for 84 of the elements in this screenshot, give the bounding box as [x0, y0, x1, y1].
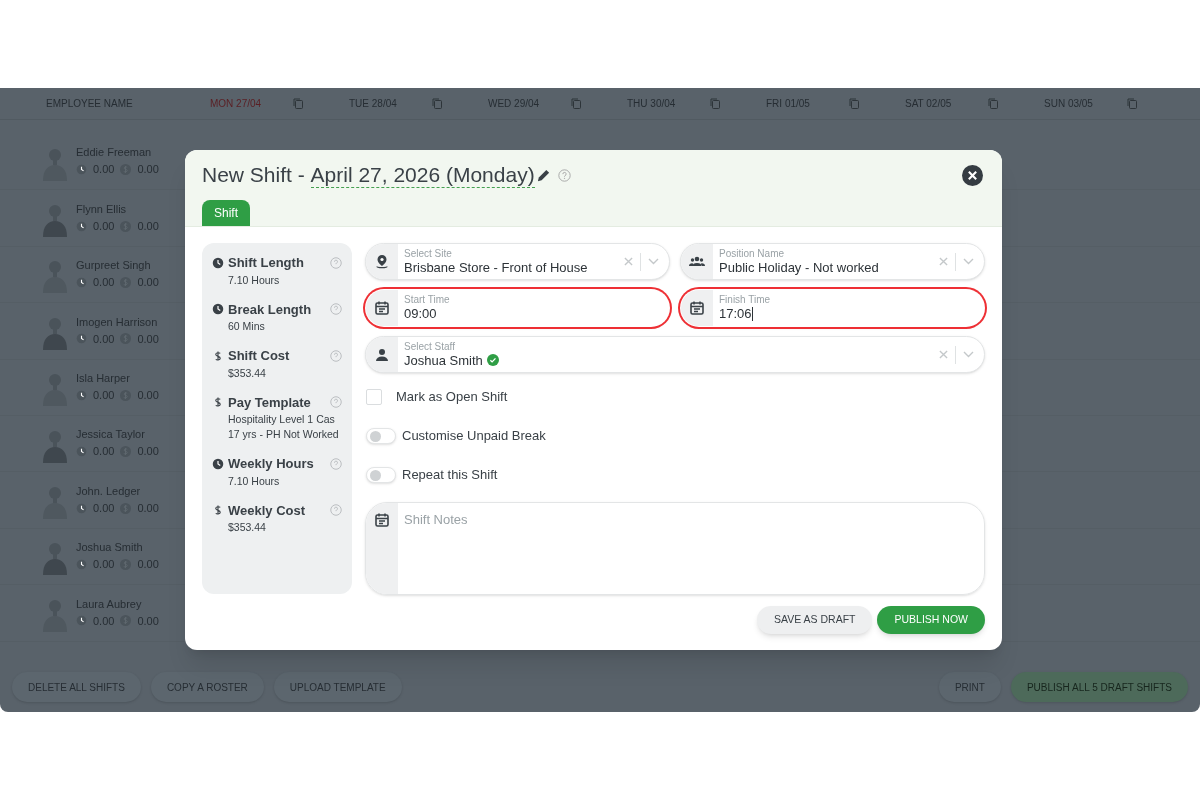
summary-value: Hospitality Level 1 Cas — [227, 412, 336, 427]
copy-icon — [571, 98, 581, 109]
summary-label: Shift Cost — [228, 347, 290, 365]
select-field[interactable]: Position Name Public Holiday - Not worked — [680, 243, 985, 280]
time-field[interactable]: Finish Time 17:06 — [680, 289, 985, 327]
copy-icon — [432, 98, 442, 109]
summary-label: Weekly Cost — [228, 501, 306, 520]
toggle-switch[interactable] — [366, 427, 396, 444]
summary-value: $353.44 — [227, 520, 267, 535]
person-icon — [366, 337, 398, 372]
clock-icon — [76, 333, 87, 345]
toggle-switch[interactable] — [366, 466, 396, 483]
date-link[interactable]: April 27, 2026 (Monday) — [310, 162, 535, 188]
calendar-icon — [681, 290, 713, 326]
option-label: Customise Unpaid Break — [402, 426, 546, 445]
copy-icon — [849, 98, 859, 109]
summary-label: Pay Template — [228, 393, 311, 412]
option-label: Repeat this Shift — [402, 465, 498, 484]
clock-icon — [76, 389, 87, 401]
verified-icon — [486, 354, 499, 366]
field-label: Select Staff — [404, 340, 456, 352]
help-icon — [330, 457, 342, 470]
help-icon — [330, 504, 342, 517]
clock-icon — [76, 276, 87, 288]
clear-icon[interactable] — [624, 257, 633, 266]
summary-value: $353.44 — [227, 365, 267, 381]
summary-label: Weekly Hours — [228, 455, 314, 473]
copy-icon — [293, 98, 303, 109]
calendar-icon — [366, 290, 398, 326]
time-field[interactable]: Start Time 09:00 — [365, 289, 670, 327]
help-icon — [330, 256, 342, 269]
field-value: Joshua Smith — [404, 351, 483, 369]
field-value: Brisbane Store - Front of House — [404, 258, 588, 276]
summary-label: Shift Length — [228, 254, 304, 272]
field-value: 09:00 — [404, 305, 437, 322]
clock-icon — [76, 558, 87, 570]
dollar-icon — [212, 504, 224, 517]
copy-icon — [710, 98, 720, 109]
clock-icon — [76, 220, 87, 232]
close-icon[interactable] — [962, 164, 983, 186]
select-field[interactable]: Select Staff Joshua Smith — [365, 336, 985, 373]
summary-value: 60 Mins — [227, 319, 266, 334]
chevron-down-icon[interactable] — [963, 351, 974, 358]
checkbox[interactable] — [366, 388, 382, 405]
clock-icon — [212, 457, 224, 470]
select-field[interactable]: Select Site Brisbane Store - Front of House — [365, 243, 670, 280]
summary-value: 17 yrs - PH Not Worked — [227, 427, 340, 442]
dollar-icon — [212, 396, 224, 409]
clock-icon — [76, 615, 87, 627]
help-icon — [557, 168, 571, 182]
summary-label: Break Length — [228, 300, 312, 319]
pin-icon — [366, 244, 398, 279]
clock-icon — [212, 303, 224, 316]
clear-icon[interactable] — [939, 350, 948, 359]
help-icon — [330, 303, 342, 316]
dialog-title: New Shift - — [202, 162, 306, 189]
clear-icon[interactable] — [939, 257, 948, 266]
clock-icon — [76, 502, 87, 514]
draft-button[interactable]: SAVE AS DRAFT — [757, 606, 873, 634]
field-value: 17:06 — [719, 305, 752, 322]
summary-value: 7.10 Hours — [227, 473, 281, 489]
column-header: MON 27/04 — [210, 97, 262, 111]
chevron-down-icon[interactable] — [963, 258, 974, 265]
option-label: Mark as Open Shift — [396, 387, 508, 406]
summary-value: 7.10 Hours — [227, 272, 281, 288]
column-header: EMPLOYEE NAME — [46, 97, 133, 111]
dollar-icon — [212, 349, 224, 362]
field-label: Start Time — [404, 294, 451, 305]
copy-icon — [1127, 98, 1137, 109]
people-icon — [681, 244, 713, 279]
clock-icon — [212, 256, 224, 269]
copy-icon — [988, 98, 998, 109]
help-icon — [330, 349, 342, 362]
text-cursor — [751, 306, 753, 321]
help-icon — [330, 396, 342, 409]
chevron-down-icon[interactable] — [648, 258, 659, 265]
field-label: Select Site — [404, 247, 453, 259]
field-label: Position Name — [719, 247, 786, 259]
pencil-icon[interactable] — [535, 167, 551, 183]
calendar-icon — [366, 503, 398, 594]
field-value: Public Holiday - Not worked — [719, 258, 879, 276]
clock-icon — [76, 164, 87, 176]
field-label: Finish Time — [719, 294, 772, 305]
clock-icon — [76, 446, 87, 458]
